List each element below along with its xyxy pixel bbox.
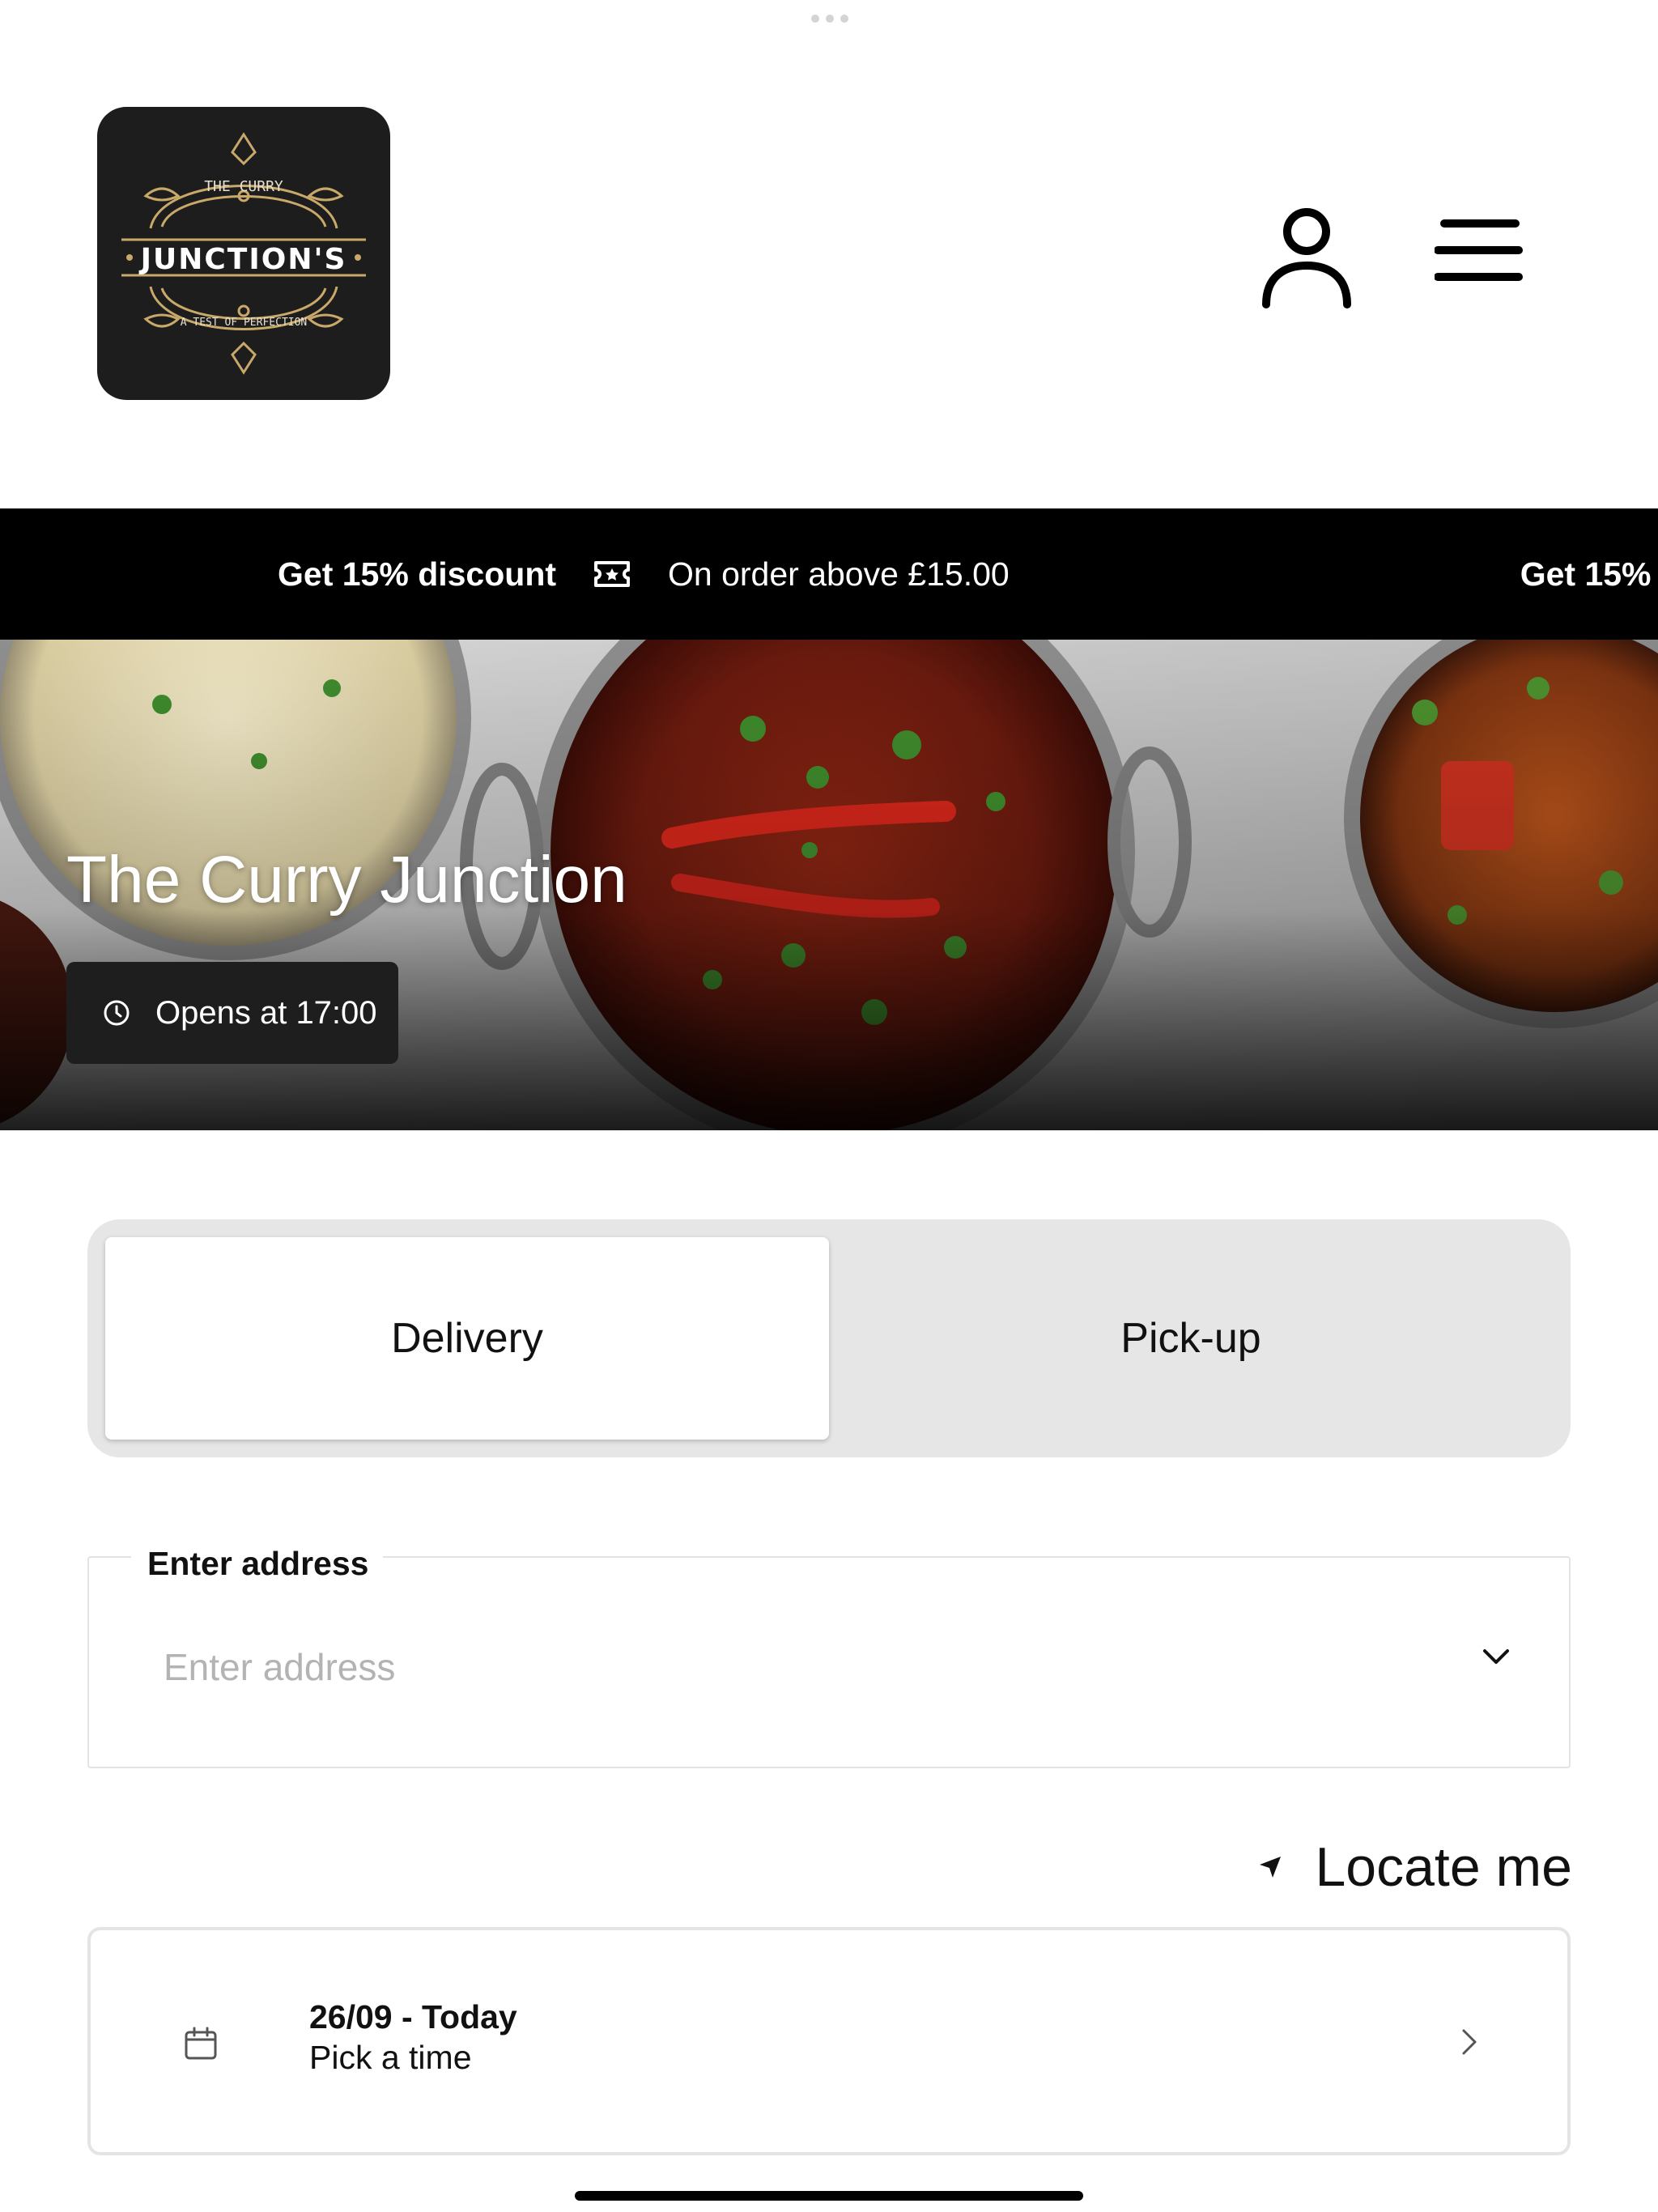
- promo-detail: On order above £15.00: [668, 555, 1010, 593]
- locate-me-label: Locate me: [1315, 1836, 1572, 1898]
- tab-delivery[interactable]: Delivery: [105, 1237, 829, 1440]
- hero-banner: The Curry Junction Opens at 17:00: [0, 640, 1658, 1130]
- address-field[interactable]: Enter address: [87, 1545, 1571, 1768]
- promo-headline-repeat: Get 15% d: [1520, 555, 1658, 593]
- user-icon: [1262, 208, 1351, 308]
- restaurant-logo[interactable]: THE CURRY JUNCTION'S A TEST OF PERFECTIO…: [97, 107, 390, 400]
- logo-emblem: THE CURRY JUNCTION'S A TEST OF PERFECTIO…: [121, 132, 366, 375]
- order-mode-toggle: Delivery Pick-up: [87, 1219, 1571, 1457]
- hamburger-menu-icon: [1435, 219, 1523, 281]
- opening-hours-badge: Opens at 17:00: [66, 962, 398, 1064]
- address-label: Enter address: [131, 1545, 384, 1583]
- location-arrow-icon: [1256, 1853, 1284, 1881]
- account-button[interactable]: [1260, 204, 1354, 309]
- pick-time-card[interactable]: 26/09 - Today Pick a time: [87, 1927, 1571, 2155]
- chevron-down-icon[interactable]: [1480, 1640, 1512, 1673]
- calendar-icon: [183, 2026, 219, 2061]
- multitasking-dots[interactable]: [811, 15, 848, 23]
- clock-icon: [102, 998, 131, 1027]
- logo-main-text: JUNCTION'S: [138, 243, 347, 276]
- menu-button[interactable]: [1435, 217, 1525, 283]
- home-indicator[interactable]: [575, 2191, 1083, 2201]
- schedule-subtext: Pick a time: [309, 2039, 472, 2076]
- restaurant-name: The Curry Junction: [66, 843, 627, 917]
- locate-me-button[interactable]: Locate me: [1248, 1831, 1572, 1903]
- promo-banner: Get 15% discount On order above £15.00 G…: [0, 508, 1658, 640]
- promo-headline: Get 15% discount: [278, 555, 557, 593]
- logo-bottom-text: A TEST OF PERFECTION: [181, 317, 308, 329]
- address-input[interactable]: [164, 1639, 1378, 1695]
- opening-hours-text: Opens at 17:00: [155, 994, 377, 1031]
- tab-pickup[interactable]: Pick-up: [829, 1237, 1553, 1440]
- schedule-date: 26/09 - Today: [309, 1998, 517, 2035]
- chevron-right-icon: [1452, 2026, 1485, 2058]
- logo-top-text: THE CURRY: [204, 178, 283, 195]
- ticket-icon: [593, 560, 631, 588]
